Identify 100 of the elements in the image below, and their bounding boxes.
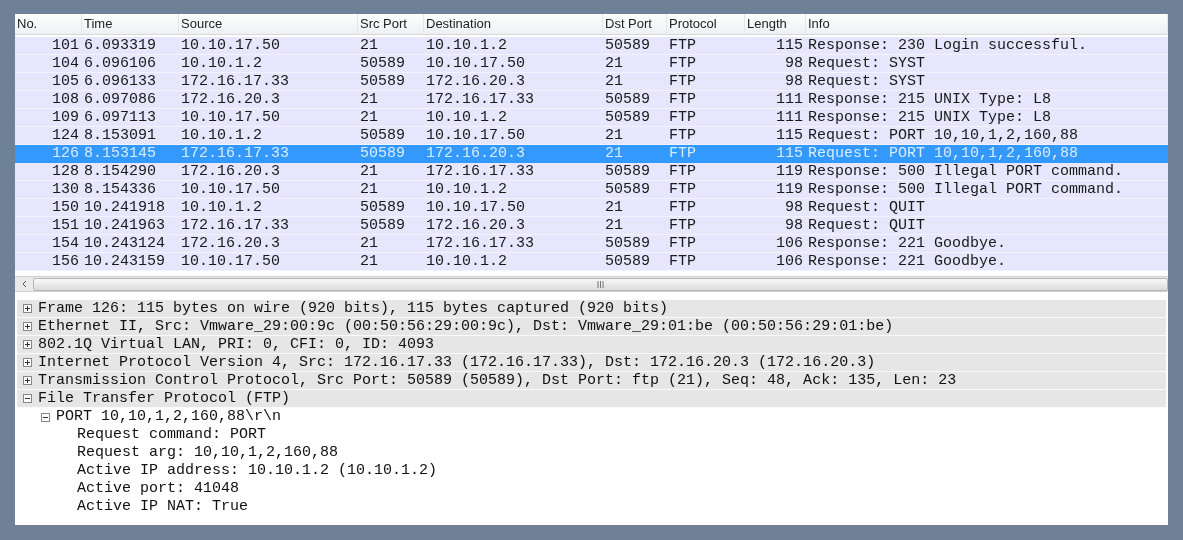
table-cell: 156 (52, 253, 79, 270)
table-cell: 98 (785, 73, 803, 90)
column-title[interactable]: Protocol (669, 14, 717, 34)
table-cell: FTP (669, 253, 696, 270)
table-cell: 50589 (605, 235, 650, 252)
table-cell: 8.153091 (84, 127, 156, 144)
expand-icon[interactable] (23, 340, 32, 349)
table-cell: 172.16.17.33 (181, 73, 290, 90)
column-title[interactable]: Source (181, 14, 223, 34)
table-cell: 109 (52, 109, 79, 126)
table-cell: 21 (360, 253, 378, 270)
detail-text: Active IP NAT: True (77, 498, 249, 516)
table-cell: 10.241963 (84, 217, 165, 234)
table-cell: FTP (669, 37, 696, 54)
packet-row[interactable]: 101 6.093319 10.10.17.50 21 10.10.1.2 50589 FTP 115 Response: 230 Login successful. (15, 37, 1168, 55)
packet-row[interactable]: 124 8.153091 10.10.1.2 50589 10.10.17.50 21 FTP 115 Request: PORT 10,10,1,2,160,88 (15, 127, 1168, 145)
grip-icon (597, 280, 604, 288)
column-title[interactable]: Length (747, 14, 787, 34)
table-cell: 50589 (360, 127, 405, 144)
table-cell: 172.16.20.3 (181, 91, 281, 108)
table-cell: FTP (669, 109, 696, 126)
table-cell: FTP (669, 91, 696, 108)
expand-icon[interactable] (23, 322, 32, 331)
table-cell: 172.16.17.33 (426, 91, 535, 108)
table-cell: 172.16.20.3 (181, 235, 281, 252)
table-cell: 10.10.17.50 (426, 199, 526, 216)
detail-text: 802.1Q Virtual LAN, PRI: 0, CFI: 0, ID: 4093 (38, 335, 435, 354)
table-cell: 124 (52, 127, 79, 144)
packet-row[interactable]: 154 10.243124 172.16.20.3 21 172.16.17.33 50589 FTP 106 Response: 221 Goodbye. (15, 235, 1168, 253)
table-cell: 10.10.17.50 (181, 253, 281, 270)
table-cell: 10.10.17.50 (426, 127, 526, 144)
table-cell: 21 (360, 163, 378, 180)
packet-row[interactable]: 128 8.154290 172.16.20.3 21 172.16.17.33 50589 FTP 119 Response: 500 Illegal PORT command. (15, 163, 1168, 181)
table-cell: FTP (669, 217, 696, 234)
table-cell: FTP (669, 199, 696, 216)
table-cell: Request: QUIT (808, 217, 926, 234)
packet-row[interactable]: 104 6.096106 10.10.1.2 50589 10.10.17.50 21 FTP 98 Request: SYST (15, 55, 1168, 73)
table-cell: 172.16.20.3 (426, 73, 526, 90)
table-cell: 104 (52, 55, 79, 72)
table-cell: 8.153145 (84, 145, 156, 162)
table-cell: 172.16.17.33 (426, 235, 535, 252)
table-cell: Response: 215 UNIX Type: L8 (808, 109, 1052, 126)
table-cell: 98 (785, 199, 803, 216)
column-title[interactable]: Info (808, 14, 830, 34)
packet-row[interactable]: 156 10.243159 10.10.17.50 21 10.10.1.2 50589 FTP 106 Response: 221 Goodbye. (15, 253, 1168, 271)
table-cell: 10.10.1.2 (181, 199, 262, 216)
table-cell: 106 (776, 235, 803, 252)
table-cell: 10.10.1.2 (426, 109, 507, 126)
table-cell: 154 (52, 235, 79, 252)
table-cell: Response: 221 Goodbye. (808, 235, 1007, 252)
table-cell: 150 (52, 199, 79, 216)
packet-row[interactable]: 150 10.241918 10.10.1.2 50589 10.10.17.50 21 FTP 98 Request: QUIT (15, 199, 1168, 217)
table-cell: 10.243159 (84, 253, 165, 270)
packet-row[interactable]: 151 10.241963 172.16.17.33 50589 172.16.20.3 21 FTP 98 Request: QUIT (15, 217, 1168, 235)
packet-row[interactable]: 130 8.154336 10.10.17.50 21 10.10.1.2 50589 FTP 119 Response: 500 Illegal PORT command. (15, 181, 1168, 199)
table-cell: 21 (605, 73, 623, 90)
table-cell: 10.10.1.2 (426, 37, 507, 54)
detail-text: File Transfer Protocol (FTP) (38, 389, 291, 408)
table-cell: 128 (52, 163, 79, 180)
detail-text: Ethernet II, Src: Vmware_29:00:9c (00:50:56:29:00:9c), Dst: Vmware_29:01:be (00:50:56:29:01:be) (38, 317, 894, 336)
table-cell: 10.10.1.2 (181, 127, 262, 144)
table-cell: 10.10.1.2 (426, 253, 507, 270)
table-cell: FTP (669, 145, 696, 162)
table-cell: 6.097113 (84, 109, 156, 126)
column-title[interactable]: Src Port (360, 14, 407, 34)
detail-text: Request arg: 10,10,1,2,160,88 (77, 444, 339, 462)
table-cell: FTP (669, 235, 696, 252)
expand-icon[interactable] (23, 358, 32, 367)
table-cell: 8.154336 (84, 181, 156, 198)
table-cell: 10.10.1.2 (181, 55, 262, 72)
collapse-icon[interactable] (41, 412, 50, 422)
table-cell: 50589 (360, 73, 405, 90)
table-cell: Request: PORT 10,10,1,2,160,88 (808, 127, 1079, 144)
expand-icon[interactable] (23, 304, 32, 313)
table-cell: 50589 (605, 253, 650, 270)
table-cell: 10.241918 (84, 199, 165, 216)
table-cell: 50589 (605, 163, 650, 180)
column-title[interactable]: Time (84, 14, 113, 34)
table-cell: 50589 (605, 109, 650, 126)
table-cell: Response: 215 UNIX Type: L8 (808, 91, 1052, 108)
collapse-icon[interactable] (23, 394, 32, 403)
packet-row[interactable]: 109 6.097113 10.10.17.50 21 10.10.1.2 50589 FTP 111 Response: 215 UNIX Type: L8 (15, 109, 1168, 127)
table-cell: FTP (669, 181, 696, 198)
detail-text: Request command: PORT (77, 426, 267, 444)
packet-row[interactable]: 108 6.097086 172.16.20.3 21 172.16.17.33 50589 FTP 111 Response: 215 UNIX Type: L8 (15, 91, 1168, 109)
expand-icon[interactable] (23, 376, 32, 385)
packet-row[interactable]: 105 6.096133 172.16.17.33 50589 172.16.20.3 21 FTP 98 Request: SYST (15, 73, 1168, 91)
column-title[interactable]: No. (17, 14, 38, 34)
table-cell: 50589 (605, 91, 650, 108)
column-title[interactable]: Dst Port (605, 14, 652, 34)
table-cell: Request: SYST (808, 55, 926, 72)
table-cell: 111 (776, 109, 803, 126)
detail-text: PORT 10,10,1,2,160,88\r\n (56, 408, 282, 426)
table-cell: 6.093319 (84, 37, 156, 54)
table-cell: 10.243124 (84, 235, 165, 252)
table-cell: 172.16.17.33 (426, 163, 535, 180)
table-cell: 50589 (360, 199, 405, 216)
column-title[interactable]: Destination (426, 14, 492, 34)
table-cell: Response: 230 Login successful. (808, 37, 1088, 54)
table-cell: 151 (52, 217, 79, 234)
